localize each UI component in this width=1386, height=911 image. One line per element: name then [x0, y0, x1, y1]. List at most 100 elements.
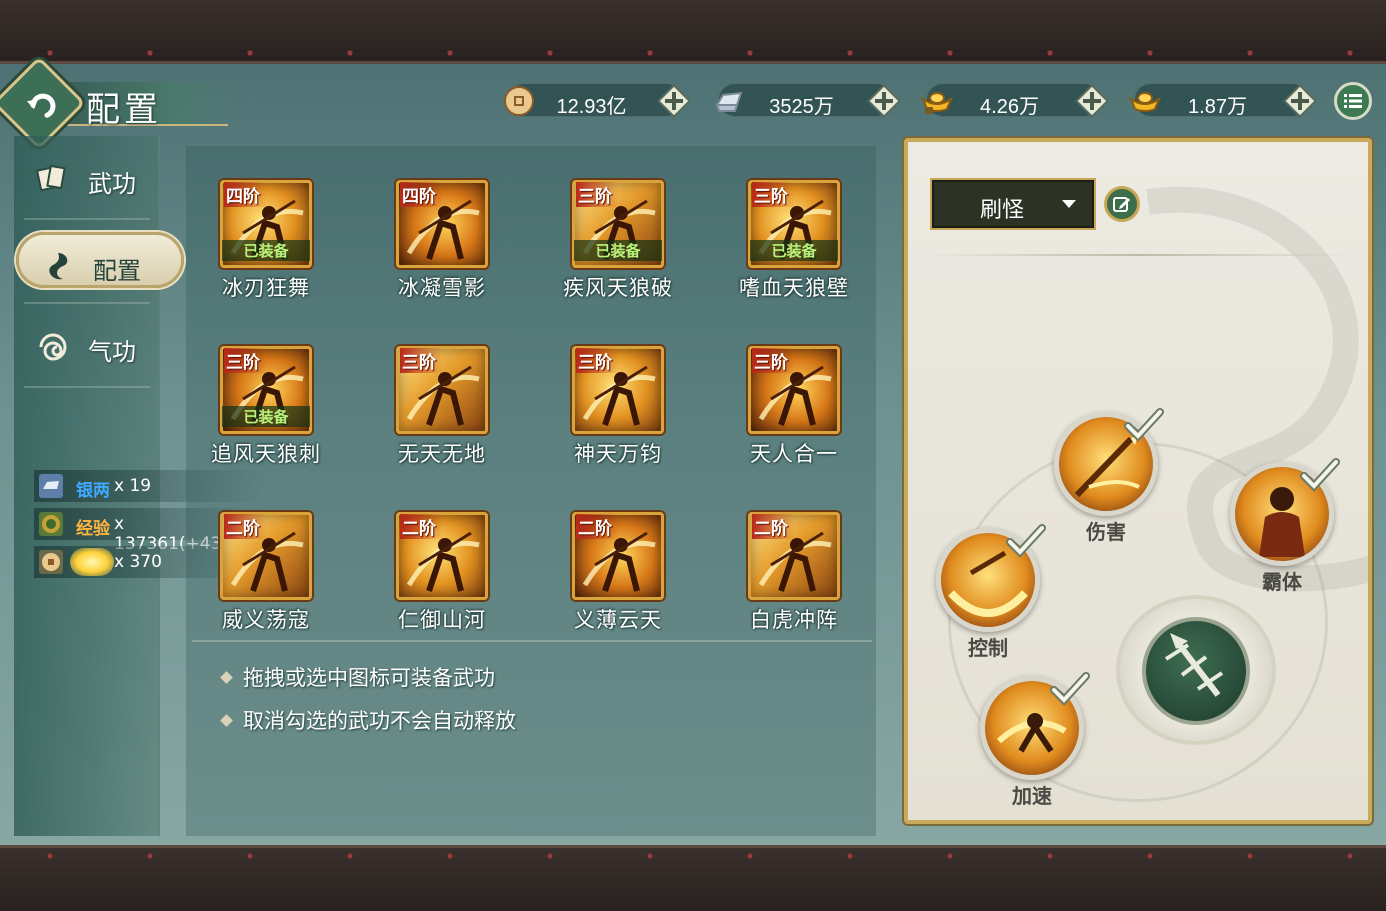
tier-badge: 二阶	[400, 514, 442, 539]
skill-card[interactable]: 三阶 天人合一	[704, 346, 884, 476]
reward-amount: x 370	[114, 552, 162, 572]
equipped-badge: 已装备	[750, 240, 838, 261]
check-icon[interactable]	[1124, 408, 1164, 444]
skill-card[interactable]: 三阶已装备追风天狼刺	[176, 346, 356, 476]
add-currency-icon[interactable]	[656, 83, 692, 119]
skill-name: 无天无地	[398, 442, 486, 466]
reward-name: 银两	[76, 481, 110, 501]
page-title: 配置	[86, 90, 162, 130]
currency-silver: 3525万	[715, 83, 901, 118]
nav-divider	[24, 302, 150, 304]
edit-icon	[1113, 197, 1130, 212]
tier-badge: 三阶	[576, 182, 618, 207]
skill-name: 神天万钧	[574, 442, 662, 466]
hint-text: 取消勾选的武功不会自动释放	[220, 705, 516, 735]
equipped-badge: 已装备	[222, 406, 310, 427]
spear-emblem-icon	[1164, 633, 1224, 697]
tier-badge: 二阶	[752, 514, 794, 539]
tier-badge: 四阶	[400, 182, 442, 207]
diamond-bullet-icon	[220, 714, 233, 727]
slot-label: 霸体	[1262, 570, 1302, 594]
currency-value: 1.87万	[1188, 96, 1247, 118]
preset-dropdown[interactable]: 刷怪	[930, 178, 1096, 230]
tier-badge: 二阶	[576, 514, 618, 539]
list-menu-icon	[1344, 94, 1362, 108]
skill-card[interactable]: 三阶 神天万钧	[528, 346, 708, 476]
silver-ingot-icon	[715, 91, 743, 112]
ultimate-skill-button[interactable]	[1116, 595, 1276, 745]
skill-name: 天人合一	[750, 442, 838, 466]
edit-preset-button[interactable]	[1104, 186, 1140, 222]
swirl-icon	[49, 253, 68, 280]
cards-icon	[36, 164, 66, 192]
skill-card[interactable]: 二阶 义薄云天	[528, 512, 708, 642]
copper-coin-icon	[504, 86, 534, 116]
nav-label: 武功	[88, 170, 136, 198]
reward-amount: x 19	[114, 476, 152, 496]
gold-ingot-icon	[1129, 92, 1161, 112]
nav-item-qigong[interactable]: 气功	[14, 316, 160, 376]
hint-divider	[192, 640, 872, 642]
skill-name: 疾风天狼破	[563, 276, 673, 300]
nav-divider	[24, 218, 150, 220]
skill-card[interactable]: 二阶 威义荡寇	[176, 512, 356, 642]
slot-label: 加速	[1012, 784, 1052, 808]
skill-name: 威义荡寇	[222, 608, 310, 632]
add-currency-icon[interactable]	[1074, 83, 1110, 119]
check-icon[interactable]	[1300, 458, 1340, 494]
skill-card[interactable]: 四阶 冰凝雪影	[352, 180, 532, 310]
slot-label: 伤害	[1086, 520, 1126, 544]
nav-item-config[interactable]: 配置	[16, 232, 184, 288]
nav-label: 配置	[93, 257, 141, 285]
spiral-icon	[39, 333, 67, 361]
slot-control[interactable]: 控制	[936, 524, 1046, 660]
panel-divider	[924, 254, 1354, 256]
menu-button[interactable]	[1334, 82, 1372, 120]
currency-gold-bound: 4.26万	[921, 83, 1109, 118]
tier-badge: 三阶	[752, 182, 794, 207]
back-arrow-icon	[27, 93, 56, 118]
skill-card[interactable]: 四阶 已装备 冰刃狂舞	[176, 180, 356, 310]
exp-badge-icon	[39, 512, 63, 536]
check-icon[interactable]	[1006, 524, 1046, 560]
skill-name: 追风天狼刺	[211, 442, 321, 466]
tier-badge: 三阶	[400, 348, 442, 373]
skill-card[interactable]: 三阶已装备疾风天狼破	[528, 180, 708, 310]
silver-ingot-icon	[39, 474, 63, 498]
diamond-bullet-icon	[220, 671, 233, 684]
skill-name: 冰刃狂舞	[222, 276, 310, 300]
nav-label: 气功	[88, 338, 136, 366]
nav-divider	[24, 386, 150, 388]
equipped-badge: 已装备	[574, 240, 662, 261]
nav-item-martial-arts[interactable]: 武功	[14, 148, 160, 208]
add-currency-icon[interactable]	[866, 83, 902, 119]
skill-name: 义薄云天	[574, 608, 662, 632]
skill-name: 仁御山河	[398, 608, 486, 632]
tier-badge: 二阶	[224, 514, 266, 539]
slot-speed[interactable]: 加速	[980, 672, 1090, 808]
top-frame	[0, 0, 1386, 64]
tier-badge: 四阶	[224, 182, 266, 207]
tier-badge: 三阶	[752, 348, 794, 373]
skill-name: 嗜血天狼壁	[739, 276, 849, 300]
slot-super-armor[interactable]: 霸体	[1230, 458, 1340, 594]
equipped-badge: 已装备	[222, 240, 310, 261]
skill-card[interactable]: 三阶 无天无地	[352, 346, 532, 476]
skill-card[interactable]: 三阶已装备嗜血天狼壁	[704, 180, 884, 310]
skill-card[interactable]: 二阶 仁御山河	[352, 512, 532, 642]
currency-value: 3525万	[769, 96, 834, 118]
skill-card[interactable]: 二阶 白虎冲阵	[704, 512, 884, 642]
reward-glow	[70, 548, 114, 576]
slot-damage[interactable]: 伤害	[1054, 408, 1164, 544]
tier-badge: 三阶	[224, 348, 266, 373]
gold-ingot-locked-icon	[921, 92, 953, 114]
skill-name: 白虎冲阵	[750, 608, 838, 632]
hint-text: 拖拽或选中图标可装备武功	[220, 662, 495, 692]
slot-label: 控制	[968, 636, 1008, 660]
currency-gold: 1.87万	[1129, 83, 1317, 118]
check-icon[interactable]	[1050, 672, 1090, 708]
coin-icon	[39, 550, 63, 574]
add-currency-icon[interactable]	[1282, 83, 1318, 119]
currency-value: 4.26万	[980, 96, 1039, 118]
preset-value: 刷怪	[980, 198, 1025, 223]
